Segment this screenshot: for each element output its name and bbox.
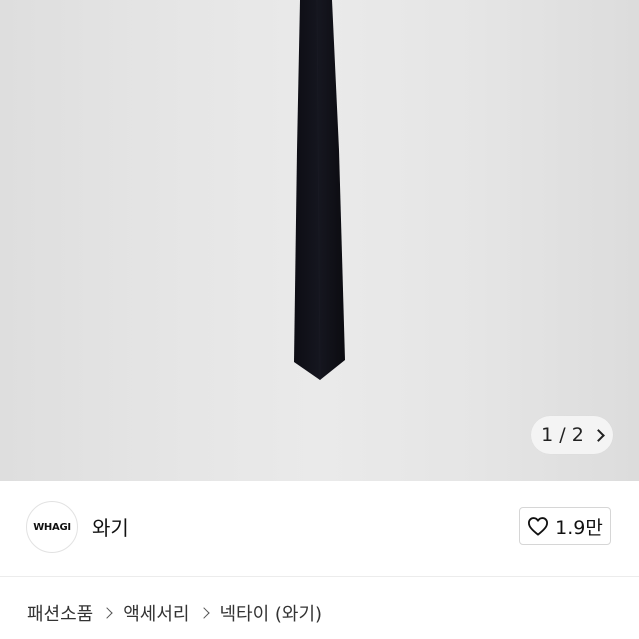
chevron-right-icon (101, 607, 113, 619)
chevron-right-icon (591, 428, 605, 442)
image-counter-button[interactable]: 1 / 2 (531, 416, 613, 454)
breadcrumb-item-accessories[interactable]: 액세서리 (123, 600, 189, 626)
chevron-right-icon (197, 607, 210, 619)
seller-name[interactable]: 와기 (92, 512, 129, 541)
avatar-logo-text: WHAGI (33, 521, 71, 533)
seller-avatar[interactable]: WHAGI (26, 501, 78, 553)
product-image-gallery[interactable]: 1 / 2 (0, 0, 639, 481)
like-count: 1.9만 (555, 516, 603, 539)
image-counter-text: 1 / 2 (541, 424, 584, 446)
like-button[interactable]: 1.9만 (519, 507, 611, 545)
heart-outline-icon (527, 516, 549, 536)
breadcrumb: 패션소품 액세서리 넥타이 (와기) (27, 600, 322, 626)
necktie-image (294, 0, 345, 381)
breadcrumb-item-fashion-accessories[interactable]: 패션소품 (27, 600, 93, 626)
breadcrumb-item-necktie[interactable]: 넥타이 (와기) (220, 600, 323, 626)
seller-row: WHAGI 와기 1.9만 (0, 481, 639, 577)
product-page: 1 / 2 WHAGI 와기 1.9만 패션소품 액세서리 넥타이 (와기) (0, 0, 639, 639)
